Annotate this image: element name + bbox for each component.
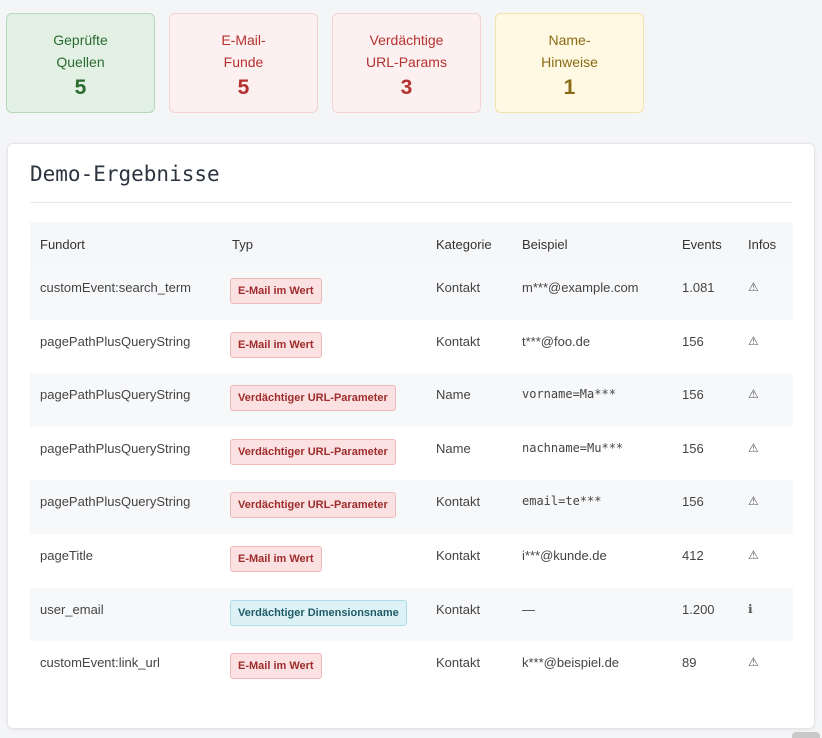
- column-header-kategorie[interactable]: Kategorie: [426, 222, 512, 266]
- column-header-events[interactable]: Events: [672, 222, 738, 266]
- cell-beispiel: m***@example.com: [522, 280, 639, 295]
- cell-typ: E-Mail im Wert: [222, 320, 426, 374]
- column-header-infos[interactable]: Infos: [738, 222, 793, 266]
- cell-typ: E-Mail im Wert: [222, 266, 426, 320]
- cell-typ: Verdächtiger URL-Parameter: [222, 480, 426, 534]
- stat-suspicious-url-params: Verdächtige URL-Params 3: [332, 13, 481, 113]
- table-row[interactable]: pageTitle E-Mail im Wert Kontakt i***@ku…: [30, 534, 793, 588]
- type-badge: Verdächtiger URL-Parameter: [230, 492, 396, 519]
- cell-beispiel: —: [522, 601, 535, 617]
- results-title: Demo-Ergebnisse: [30, 162, 220, 186]
- stat-email-findings: E-Mail- Funde 5: [169, 13, 318, 113]
- type-badge: E-Mail im Wert: [230, 545, 322, 572]
- stat-label: Name- Hinweise: [541, 32, 598, 70]
- table-row[interactable]: customEvent:search_term E-Mail im Wert K…: [30, 266, 793, 320]
- table-row[interactable]: pagePathPlusQueryString Verdächtiger URL…: [30, 480, 793, 534]
- table-row[interactable]: user_email Verdächtiger Dimensionsname K…: [30, 587, 793, 642]
- stat-value: 5: [74, 76, 87, 99]
- stats-row: Geprüfte Quellen 5 E-Mail- Funde 5 Verdä…: [6, 13, 644, 113]
- stat-name-hints: Name- Hinweise 1: [495, 13, 644, 113]
- cell-kategorie: Kontakt: [436, 655, 481, 671]
- warning-icon[interactable]: ⚠: [738, 641, 793, 695]
- cell-events: 156: [682, 494, 704, 510]
- column-header-fundort[interactable]: Fundort: [30, 222, 222, 266]
- cell-fundort: customEvent:search_term: [40, 280, 192, 295]
- cell-kategorie: Kontakt: [436, 280, 481, 295]
- type-badge: E-Mail im Wert: [230, 278, 322, 304]
- table-header-row: Fundort Typ Kategorie Beispiel Events In…: [30, 222, 793, 266]
- stat-label: Geprüfte Quellen: [53, 32, 108, 70]
- cell-fundort: user_email: [40, 601, 104, 617]
- type-badge: E-Mail im Wert: [230, 331, 322, 358]
- warning-icon[interactable]: ⚠: [738, 266, 793, 320]
- table-row[interactable]: customEvent:link_url E-Mail im Wert Kont…: [30, 641, 793, 695]
- cell-fundort: pagePathPlusQueryString: [40, 387, 191, 403]
- stat-label: E-Mail- Funde: [221, 32, 266, 70]
- column-header-typ[interactable]: Typ: [222, 222, 426, 266]
- stat-value: 3: [400, 76, 413, 99]
- cell-typ: E-Mail im Wert: [222, 534, 426, 588]
- cell-kategorie: Kontakt: [436, 494, 481, 510]
- table-row[interactable]: pagePathPlusQueryString Verdächtiger URL…: [30, 427, 793, 481]
- results-card: Demo-Ergebnisse Fundort Typ Kategorie Be…: [7, 143, 815, 729]
- table-row[interactable]: pagePathPlusQueryString E-Mail im Wert K…: [30, 320, 793, 374]
- cell-events: 156: [682, 333, 704, 349]
- cell-beispiel: email=te***: [522, 494, 602, 509]
- cell-typ: E-Mail im Wert: [222, 641, 426, 695]
- cell-beispiel: vorname=Ma***: [522, 387, 616, 402]
- cell-kategorie: Kontakt: [436, 601, 481, 617]
- stat-value: 1: [563, 76, 576, 99]
- column-header-beispiel[interactable]: Beispiel: [512, 222, 672, 266]
- cell-beispiel: i***@kunde.de: [522, 547, 607, 563]
- cell-fundort: pageTitle: [40, 547, 93, 563]
- type-badge: Verdächtiger URL-Parameter: [230, 385, 396, 412]
- cell-typ: Verdächtiger URL-Parameter: [222, 427, 426, 481]
- warning-icon[interactable]: ⚠: [738, 480, 793, 534]
- cell-kategorie: Kontakt: [436, 333, 481, 349]
- cell-typ: Verdächtiger Dimensionsname: [222, 588, 426, 642]
- cell-kategorie: Name: [436, 440, 471, 456]
- stat-label: Verdächtige URL-Params: [366, 32, 447, 70]
- cell-kategorie: Kontakt: [436, 547, 481, 563]
- divider: [30, 202, 792, 203]
- cell-events: 1.200: [682, 601, 715, 617]
- info-icon[interactable]: ℹ: [738, 588, 793, 642]
- warning-icon[interactable]: ⚠: [738, 373, 793, 427]
- warning-icon[interactable]: ⚠: [738, 534, 793, 588]
- warning-icon[interactable]: ⚠: [738, 320, 793, 374]
- cell-fundort: pagePathPlusQueryString: [40, 333, 191, 349]
- results-table: Fundort Typ Kategorie Beispiel Events In…: [30, 222, 793, 695]
- cell-events: 89: [682, 655, 697, 671]
- cell-beispiel: t***@foo.de: [522, 333, 591, 349]
- cell-fundort: pagePathPlusQueryString: [40, 494, 191, 510]
- type-badge: Verdächtiger URL-Parameter: [230, 438, 396, 465]
- cell-events: 156: [682, 440, 704, 456]
- scrollbar-thumb[interactable]: [792, 732, 820, 738]
- cell-fundort: customEvent:link_url: [40, 655, 160, 671]
- cell-events: 1.081: [682, 280, 715, 295]
- cell-events: 412: [682, 547, 704, 563]
- stat-value: 5: [237, 76, 250, 99]
- cell-events: 156: [682, 387, 704, 403]
- cell-beispiel: nachname=Mu***: [522, 440, 624, 455]
- stat-checked-sources: Geprüfte Quellen 5: [6, 13, 155, 113]
- type-badge: E-Mail im Wert: [230, 653, 322, 680]
- cell-beispiel: k***@beispiel.de: [522, 655, 620, 671]
- table-row[interactable]: pagePathPlusQueryString Verdächtiger URL…: [30, 373, 793, 427]
- cell-kategorie: Name: [436, 387, 471, 403]
- warning-icon[interactable]: ⚠: [738, 427, 793, 481]
- cell-fundort: pagePathPlusQueryString: [40, 440, 191, 456]
- type-badge: Verdächtiger Dimensionsname: [230, 599, 407, 626]
- cell-typ: Verdächtiger URL-Parameter: [222, 373, 426, 427]
